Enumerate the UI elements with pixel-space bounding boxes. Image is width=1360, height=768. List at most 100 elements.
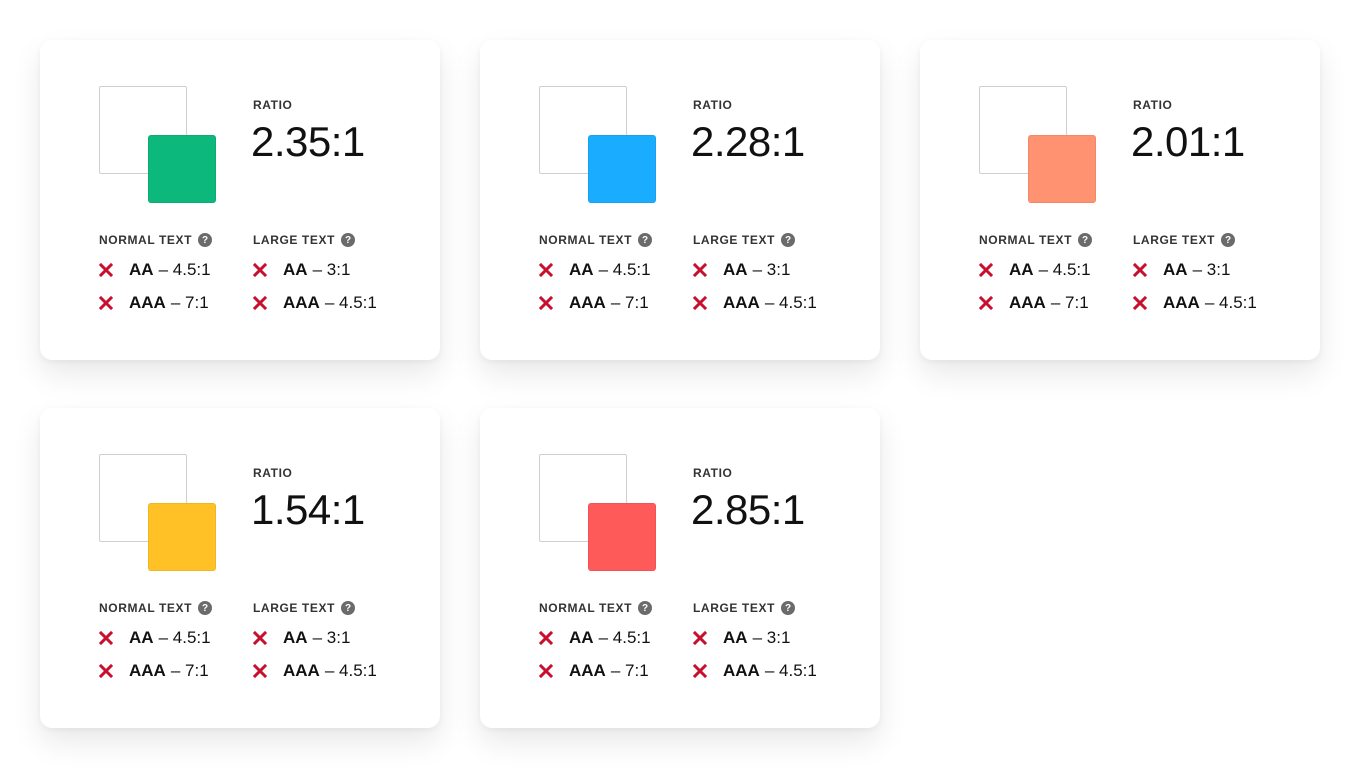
level-label: AA bbox=[283, 260, 308, 279]
help-icon[interactable]: ? bbox=[341, 601, 356, 615]
level-label: AAA bbox=[569, 293, 606, 312]
fail-x-icon bbox=[693, 263, 707, 277]
normal-text-header: NORMAL TEXT ? bbox=[99, 601, 213, 615]
large-text-results: LARGE TEXT ? AA – 3:1 AAA – 4.5:1 bbox=[693, 233, 817, 313]
result-row: AAA – 4.5:1 bbox=[253, 661, 377, 681]
large-text-header: LARGE TEXT ? bbox=[1133, 233, 1257, 247]
normal-text-label: NORMAL TEXT bbox=[539, 601, 633, 615]
result-row: AA – 4.5:1 bbox=[99, 260, 212, 280]
requirement-value: 7:1 bbox=[625, 661, 649, 680]
help-icon[interactable]: ? bbox=[1078, 233, 1093, 247]
requirement-value: 7:1 bbox=[1065, 293, 1089, 312]
result-row: AA – 4.5:1 bbox=[539, 628, 652, 648]
fail-x-icon bbox=[253, 664, 267, 678]
requirement-value: 7:1 bbox=[185, 293, 209, 312]
level-label: AA bbox=[1009, 260, 1034, 279]
fail-x-icon bbox=[99, 631, 113, 645]
result-row: AAA – 4.5:1 bbox=[253, 293, 377, 313]
large-text-results: LARGE TEXT ? AA – 3:1 AAA – 4.5:1 bbox=[1133, 233, 1257, 313]
normal-text-header: NORMAL TEXT ? bbox=[539, 601, 653, 615]
fail-x-icon bbox=[539, 631, 553, 645]
requirement-value: 4.5:1 bbox=[339, 293, 377, 312]
ratio-label: RATIO bbox=[253, 466, 293, 480]
requirement-value: 3:1 bbox=[326, 628, 351, 647]
result-row: AAA – 7:1 bbox=[539, 661, 652, 681]
large-text-label: LARGE TEXT bbox=[693, 601, 776, 615]
level-label: AAA bbox=[723, 293, 760, 312]
help-icon[interactable]: ? bbox=[781, 601, 796, 615]
fail-x-icon bbox=[693, 664, 707, 678]
requirement-value: 4.5:1 bbox=[1052, 260, 1091, 279]
requirement-value: 4.5:1 bbox=[779, 293, 817, 312]
large-text-label: LARGE TEXT bbox=[1133, 233, 1216, 247]
help-icon[interactable]: ? bbox=[198, 601, 213, 615]
help-icon[interactable]: ? bbox=[638, 601, 653, 615]
fail-x-icon bbox=[539, 263, 553, 277]
level-label: AAA bbox=[283, 293, 320, 312]
requirement-value: 4.5:1 bbox=[1219, 293, 1257, 312]
separator: – bbox=[1050, 293, 1061, 312]
ratio-value: 2.35:1 bbox=[251, 118, 365, 165]
separator: – bbox=[324, 293, 335, 312]
ratio-label: RATIO bbox=[693, 98, 733, 112]
foreground-color-swatch bbox=[588, 503, 656, 571]
requirement-value: 4.5:1 bbox=[172, 628, 211, 647]
fail-x-icon bbox=[539, 664, 553, 678]
help-icon[interactable]: ? bbox=[341, 233, 356, 247]
separator: – bbox=[312, 260, 323, 279]
result-row: AA – 4.5:1 bbox=[539, 260, 652, 280]
separator: – bbox=[1204, 293, 1215, 312]
fail-x-icon bbox=[693, 631, 707, 645]
ratio-value: 2.01:1 bbox=[1131, 118, 1245, 165]
contrast-card: RATIO 1.54:1 NORMAL TEXT ? AA – 4.5:1 AA… bbox=[40, 408, 440, 728]
ratio-label: RATIO bbox=[253, 98, 293, 112]
ratio-label: RATIO bbox=[1133, 98, 1173, 112]
result-row: AAA – 7:1 bbox=[979, 293, 1092, 313]
result-row: AA – 3:1 bbox=[1133, 260, 1257, 280]
normal-text-results: NORMAL TEXT ? AA – 4.5:1 AAA – 7:1 bbox=[539, 601, 653, 681]
separator: – bbox=[324, 661, 335, 680]
level-label: AA bbox=[723, 260, 748, 279]
result-row: AA – 3:1 bbox=[253, 628, 377, 648]
separator: – bbox=[170, 293, 181, 312]
result-row: AAA – 4.5:1 bbox=[693, 661, 817, 681]
normal-text-header: NORMAL TEXT ? bbox=[99, 233, 213, 247]
foreground-color-swatch bbox=[148, 135, 216, 203]
normal-text-header: NORMAL TEXT ? bbox=[979, 233, 1093, 247]
level-label: AA bbox=[129, 628, 154, 647]
foreground-color-swatch bbox=[588, 135, 656, 203]
normal-text-results: NORMAL TEXT ? AA – 4.5:1 AAA – 7:1 bbox=[539, 233, 653, 313]
separator: – bbox=[1192, 260, 1203, 279]
fail-x-icon bbox=[253, 296, 267, 310]
contrast-card-grid: RATIO 2.35:1 NORMAL TEXT ? AA – 4.5:1 AA… bbox=[0, 0, 1360, 768]
fail-x-icon bbox=[693, 296, 707, 310]
separator: – bbox=[610, 661, 621, 680]
normal-text-results: NORMAL TEXT ? AA – 4.5:1 AAA – 7:1 bbox=[99, 233, 213, 313]
level-label: AAA bbox=[1009, 293, 1046, 312]
large-text-header: LARGE TEXT ? bbox=[693, 233, 817, 247]
large-text-header: LARGE TEXT ? bbox=[253, 601, 377, 615]
help-icon[interactable]: ? bbox=[198, 233, 213, 247]
result-row: AAA – 7:1 bbox=[99, 661, 212, 681]
requirement-value: 3:1 bbox=[326, 260, 351, 279]
requirement-value: 7:1 bbox=[185, 661, 209, 680]
requirement-value: 4.5:1 bbox=[612, 628, 651, 647]
large-text-label: LARGE TEXT bbox=[693, 233, 776, 247]
requirement-value: 3:1 bbox=[766, 628, 791, 647]
large-text-results: LARGE TEXT ? AA – 3:1 AAA – 4.5:1 bbox=[253, 601, 377, 681]
level-label: AA bbox=[569, 628, 594, 647]
fail-x-icon bbox=[979, 296, 993, 310]
result-row: AA – 4.5:1 bbox=[979, 260, 1092, 280]
help-icon[interactable]: ? bbox=[638, 233, 653, 247]
large-text-header: LARGE TEXT ? bbox=[253, 233, 377, 247]
separator: – bbox=[764, 661, 775, 680]
separator: – bbox=[312, 628, 323, 647]
contrast-card: RATIO 2.28:1 NORMAL TEXT ? AA – 4.5:1 AA… bbox=[480, 40, 880, 360]
foreground-color-swatch bbox=[148, 503, 216, 571]
result-row: AA – 4.5:1 bbox=[99, 628, 212, 648]
level-label: AAA bbox=[283, 661, 320, 680]
help-icon[interactable]: ? bbox=[781, 233, 796, 247]
level-label: AA bbox=[283, 628, 308, 647]
normal-text-header: NORMAL TEXT ? bbox=[539, 233, 653, 247]
help-icon[interactable]: ? bbox=[1221, 233, 1236, 247]
